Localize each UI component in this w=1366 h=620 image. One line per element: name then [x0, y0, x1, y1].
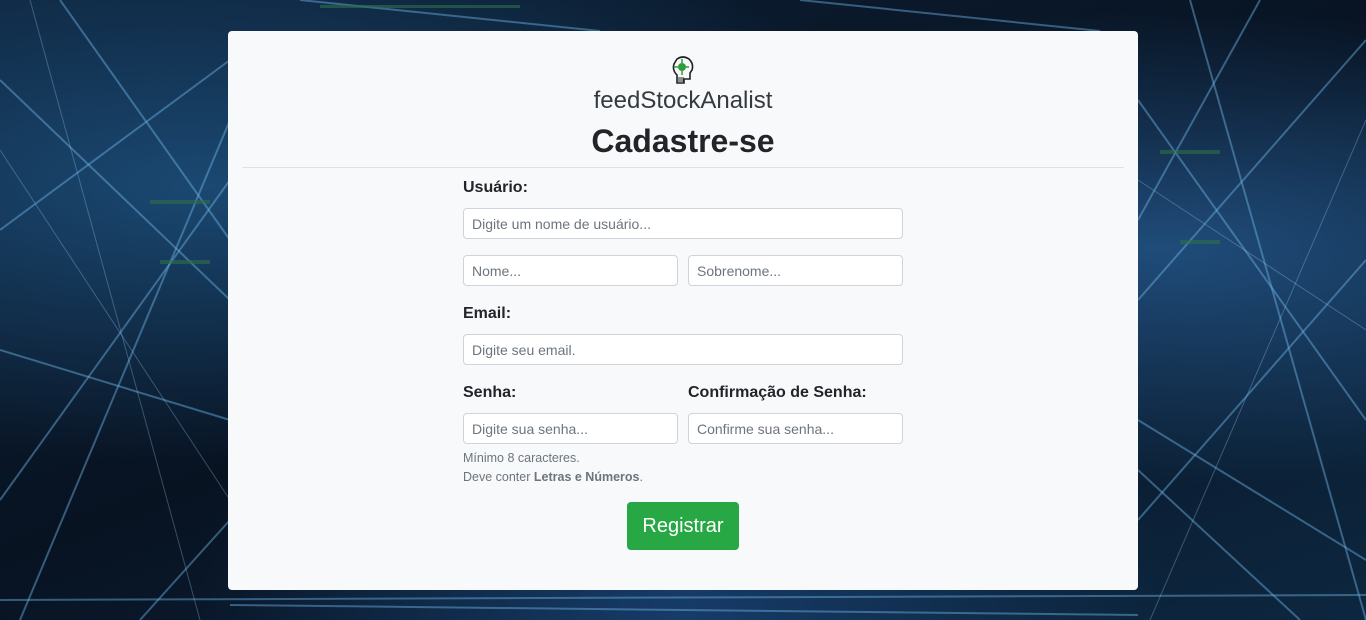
confirm-password-input[interactable] [688, 413, 903, 444]
header-divider [242, 167, 1124, 168]
email-label: Email: [463, 305, 512, 322]
last-name-input[interactable] [688, 255, 903, 286]
password-label: Senha: [463, 384, 517, 401]
email-input[interactable] [463, 334, 903, 365]
password-hint-length: Mínimo 8 caracteres. [463, 451, 580, 465]
password-hint-suffix: . [639, 470, 643, 484]
brand-name: feedStockAnalist [593, 87, 773, 114]
register-card: feedStockAnalist Cadastre-se Usuário: Em… [228, 31, 1138, 590]
password-hint-bold: Letras e Números [533, 470, 640, 484]
password-input[interactable] [463, 413, 678, 444]
page-title: Cadastre-se [591, 123, 775, 159]
password-hint-prefix: Deve conter [463, 470, 534, 484]
password-hint-content: Deve conter Letras e Números. [463, 470, 643, 484]
robot-head-circuit-icon [668, 55, 698, 85]
register-button[interactable]: Registrar [627, 502, 739, 550]
first-name-input[interactable] [463, 255, 678, 286]
username-label: Usuário: [463, 179, 528, 196]
confirm-password-label: Confirmação de Senha: [688, 384, 867, 401]
username-input[interactable] [463, 208, 903, 239]
